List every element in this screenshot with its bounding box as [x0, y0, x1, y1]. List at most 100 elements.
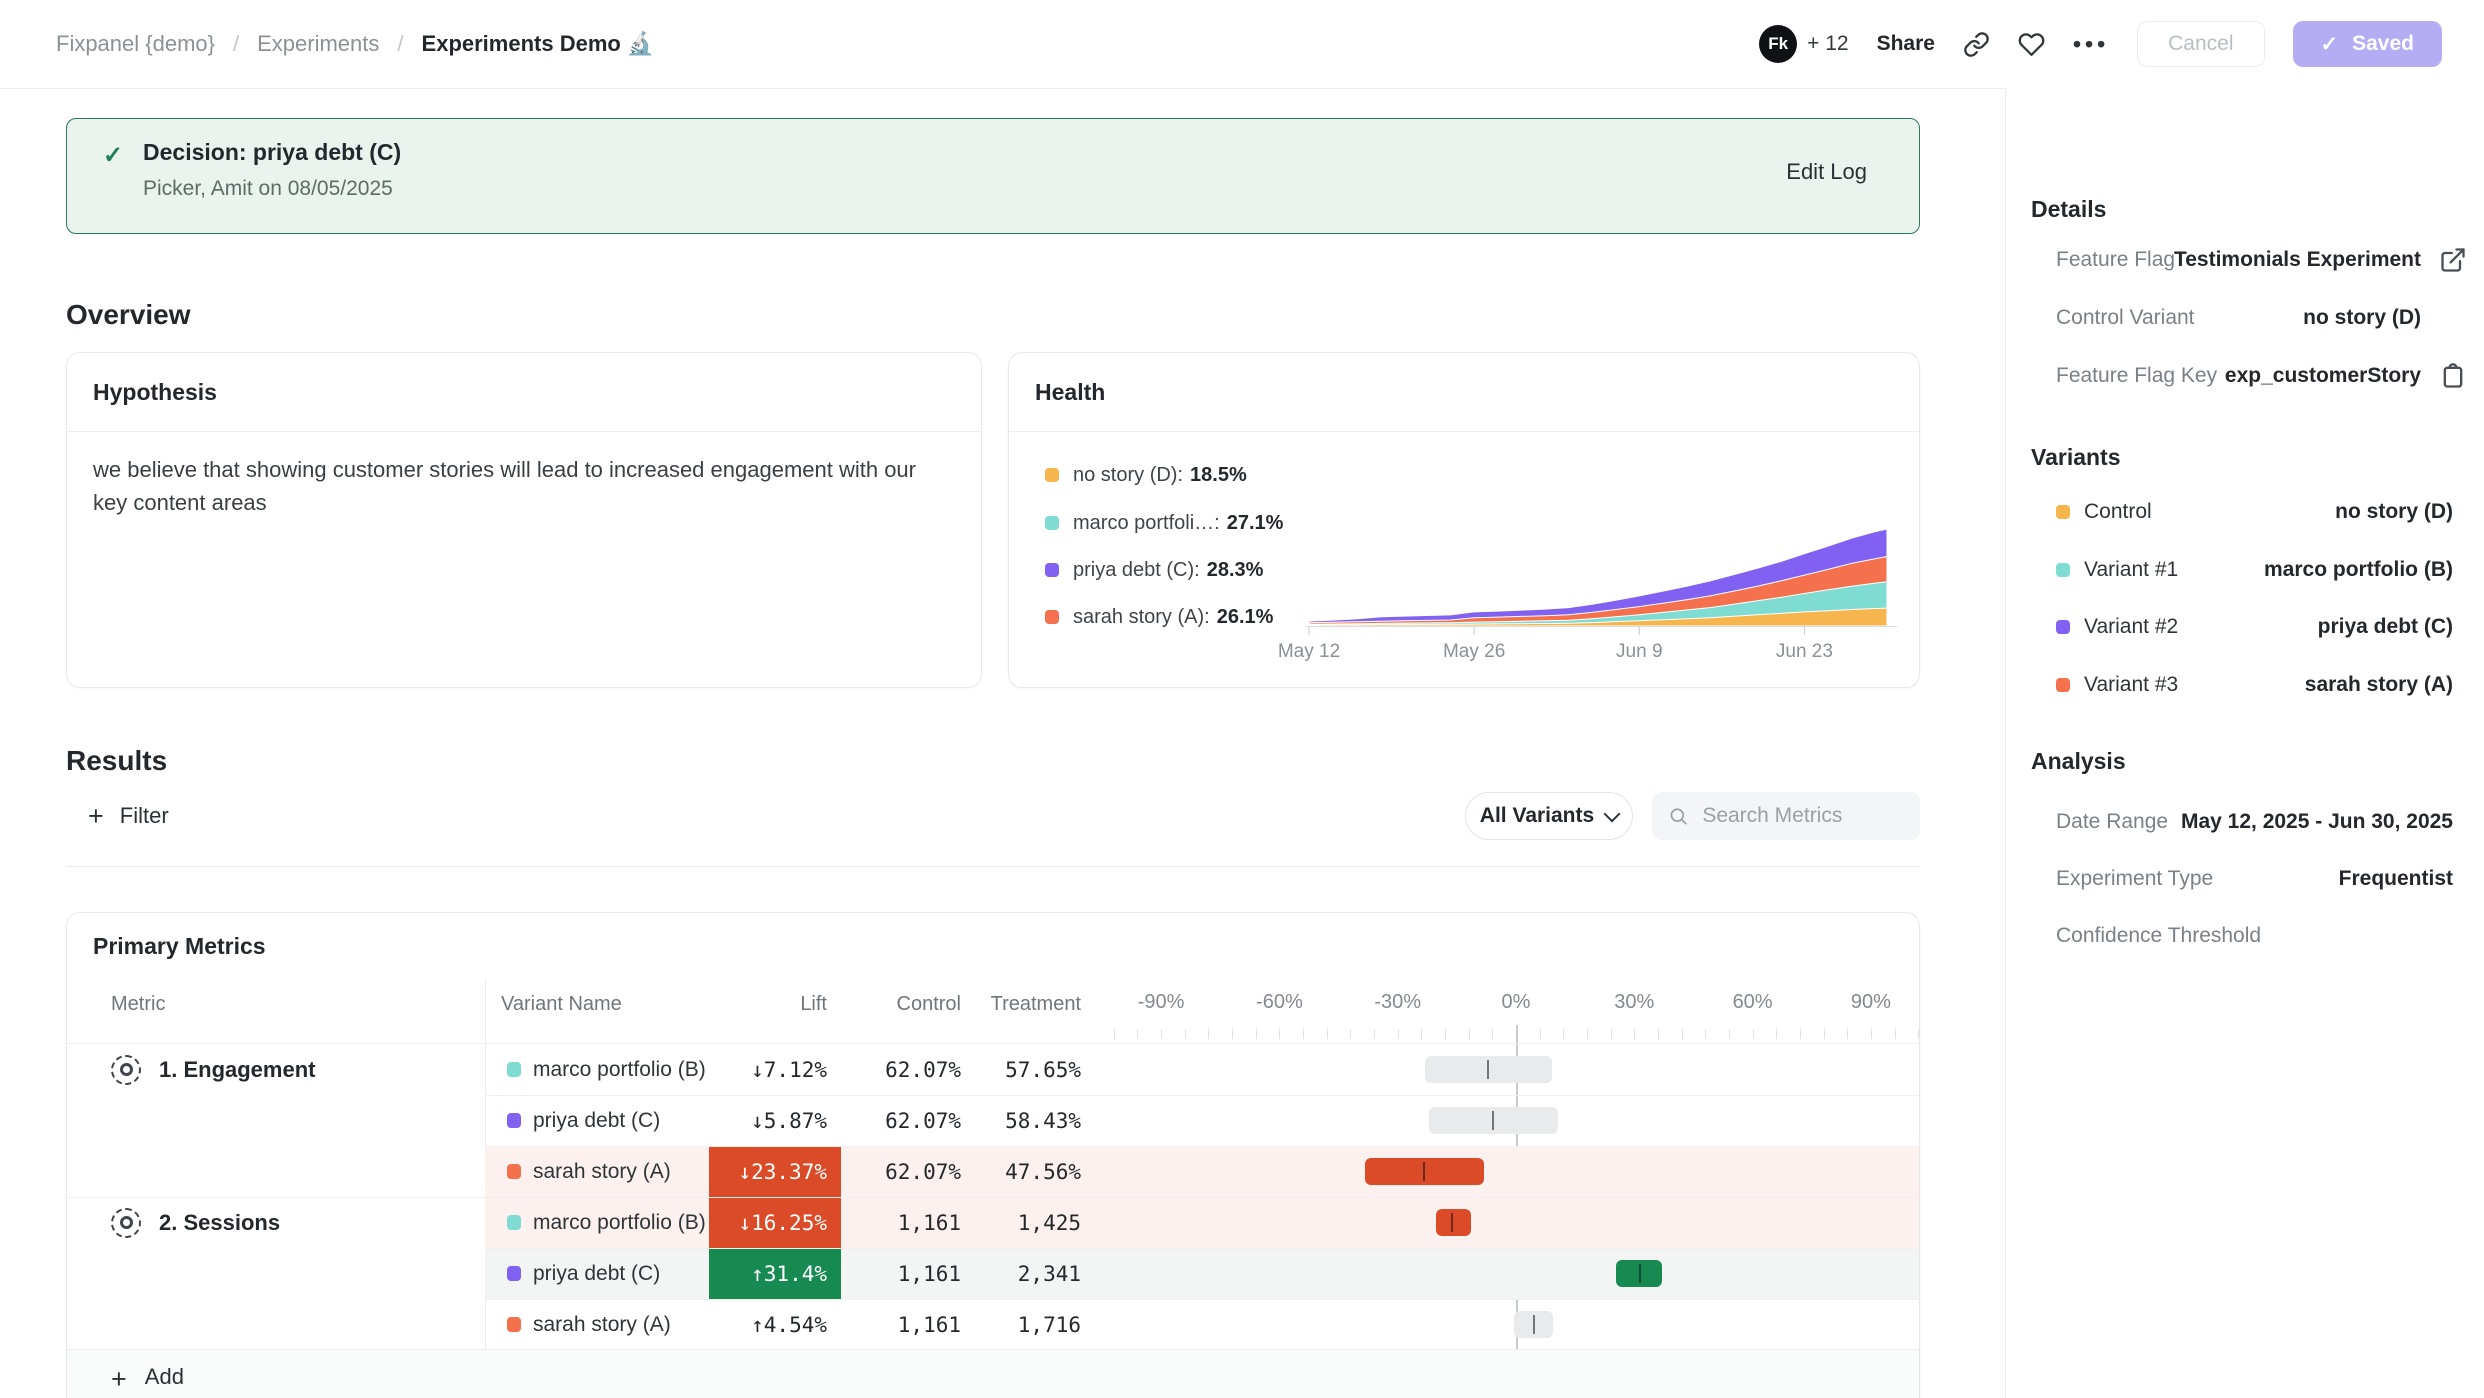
column-header-lift: Lift [709, 993, 841, 1016]
confidence-interval-cell [1091, 1248, 1919, 1299]
variant-cell: marco portfolio (B) [485, 1197, 709, 1248]
breadcrumb-experiments[interactable]: Experiments [257, 31, 379, 57]
detail-value: Testimonials Experiment [2174, 248, 2421, 272]
legend-swatch [1045, 563, 1059, 577]
table-row[interactable]: priya debt (C) ↑31.4% 1,161 2,341 [67, 1248, 1919, 1299]
x-axis-label: Jun 9 [1616, 641, 1662, 663]
treatment-cell: 1,716 [971, 1299, 1091, 1350]
saved-button[interactable]: ✓ Saved [2293, 21, 2442, 67]
treatment-cell: 47.56% [971, 1146, 1091, 1197]
edit-log-button[interactable]: Edit Log [1786, 159, 1867, 185]
table-row[interactable]: sarah story (A) ↑4.54% 1,161 1,716 [67, 1299, 1919, 1350]
variant-row: Control no story (D) [2056, 492, 2484, 532]
column-header-variant: Variant Name [485, 993, 709, 1016]
results-heading: Results [66, 745, 167, 777]
copy-clipboard-icon[interactable] [2439, 362, 2467, 390]
share-button[interactable]: Share [1877, 32, 1935, 56]
topbar: Fixpanel {demo} / Experiments / Experime… [0, 0, 2484, 89]
variant-cell: priya debt (C) [485, 1095, 709, 1146]
ci-bar [1365, 1158, 1484, 1185]
detail-label: Feature Flag [2056, 248, 2175, 272]
table-body: 1. Engagement marco portfolio (B) ↓7.12%… [67, 1043, 1919, 1350]
collaborators-count[interactable]: + 12 [1807, 32, 1848, 56]
variant-swatch [507, 1062, 521, 1077]
copy-link-icon[interactable] [1963, 31, 1990, 58]
saved-check-icon: ✓ [2321, 32, 2339, 57]
lift-cell: ↓5.87% [709, 1095, 841, 1146]
variant-label: Variant #3 [2084, 673, 2178, 697]
control-cell: 62.07% [841, 1146, 971, 1197]
filter-label: Filter [120, 803, 169, 829]
ci-mark [1423, 1162, 1425, 1181]
treatment-cell: 57.65% [971, 1044, 1091, 1095]
breadcrumb: Fixpanel {demo} / Experiments / Experime… [56, 0, 654, 88]
variant-value: no story (D) [2335, 500, 2453, 524]
details-heading: Details [2031, 196, 2106, 223]
analysis-value: May 12, 2025 - Jun 30, 2025 [2181, 810, 2453, 834]
confidence-interval-cell [1091, 1095, 1919, 1146]
axis-label: 90% [1851, 991, 1891, 1014]
metric-cell: 1. Engagement [67, 1044, 485, 1095]
analysis-label: Date Range [2056, 810, 2168, 834]
lift-axis-labels: -90%-60%-30%0%30%60%90% [1091, 979, 1920, 1029]
control-cell: 62.07% [841, 1095, 971, 1146]
hypothesis-body: we believe that showing customer stories… [93, 453, 943, 519]
ci-bar [1425, 1056, 1552, 1083]
control-cell: 1,161 [841, 1197, 971, 1248]
more-menu-icon[interactable]: ••• [2073, 31, 2109, 58]
variant-label: Variant #2 [2084, 615, 2178, 639]
table-row[interactable]: sarah story (A) ↓23.37% 62.07% 47.56% [67, 1146, 1919, 1197]
treatment-cell: 2,341 [971, 1248, 1091, 1299]
cancel-button[interactable]: Cancel [2137, 21, 2264, 67]
ci-bar [1616, 1260, 1662, 1287]
x-axis-label: Jun 23 [1776, 641, 1833, 663]
ci-mark [1533, 1315, 1535, 1334]
avatar[interactable]: Fk [1759, 25, 1797, 63]
add-filter-button[interactable]: + Filter [88, 792, 169, 840]
table-row[interactable]: 2. Sessions marco portfolio (B) ↓16.25% … [67, 1197, 1919, 1248]
variant-swatch [507, 1113, 521, 1128]
health-card: Health no story (D): 18.5% marco portfol… [1008, 352, 1920, 688]
variant-value: sarah story (A) [2305, 673, 2453, 697]
primary-metrics-title: Primary Metrics [93, 933, 266, 960]
overview-heading: Overview [66, 299, 191, 331]
ci-bar [1436, 1209, 1471, 1236]
axis-label: -60% [1256, 991, 1303, 1014]
legend-swatch [1045, 610, 1059, 624]
legend-value: 26.1% [1217, 606, 1274, 629]
variant-swatch [2056, 620, 2070, 634]
control-cell: 1,161 [841, 1299, 971, 1350]
analysis-row: Date Range May 12, 2025 - Jun 30, 2025 [2056, 802, 2484, 842]
breadcrumb-separator: / [233, 31, 239, 57]
check-icon: ✓ [103, 141, 123, 170]
variant-cell: sarah story (A) [485, 1299, 709, 1350]
legend-swatch [1045, 468, 1059, 482]
analysis-row: Experiment Type Frequentist [2056, 859, 2484, 899]
metric-goal-icon [111, 1055, 141, 1085]
detail-label: Feature Flag Key [2056, 364, 2217, 388]
variant-swatch [2056, 563, 2070, 577]
favorite-heart-icon[interactable] [2018, 31, 2045, 58]
table-row[interactable]: 1. Engagement marco portfolio (B) ↓7.12%… [67, 1044, 1919, 1095]
decision-subtitle: Picker, Amit on 08/05/2025 [143, 177, 393, 201]
search-metrics-input[interactable] [1700, 803, 1904, 829]
table-row[interactable]: priya debt (C) ↓5.87% 62.07% 58.43% [67, 1095, 1919, 1146]
ci-mark [1639, 1264, 1641, 1283]
variant-value: marco portfolio (B) [2264, 558, 2453, 582]
confidence-interval-cell [1091, 1146, 1919, 1197]
metric-name: 2. Sessions [159, 1210, 280, 1236]
variant-swatch [507, 1164, 521, 1179]
column-header-treatment: Treatment [971, 993, 1091, 1016]
legend-value: 28.3% [1207, 559, 1264, 582]
analysis-row: Confidence Threshold [2056, 916, 2484, 956]
ci-mark [1487, 1060, 1489, 1079]
variants-heading: Variants [2031, 444, 2121, 471]
all-variants-dropdown[interactable]: All Variants [1465, 792, 1633, 840]
external-link-icon[interactable] [2439, 246, 2467, 274]
variant-swatch [507, 1317, 521, 1332]
divider [67, 431, 981, 432]
variant-label: Variant #1 [2084, 558, 2178, 582]
add-metric-button[interactable]: + Add [67, 1349, 1919, 1398]
breadcrumb-project[interactable]: Fixpanel {demo} [56, 31, 215, 57]
axis-label: -30% [1374, 991, 1421, 1014]
